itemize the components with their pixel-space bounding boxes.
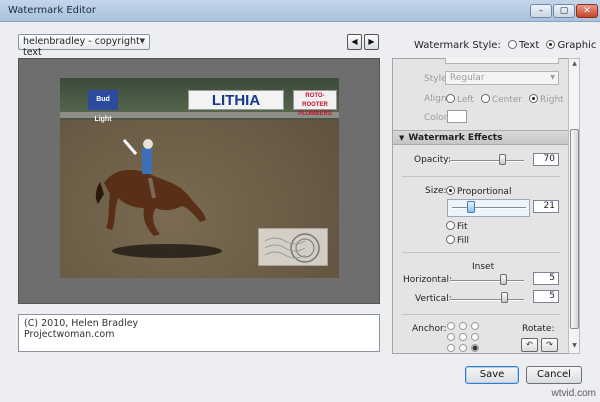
vertical-label: Vertical: <box>415 294 452 304</box>
preset-dropdown[interactable]: helenbradley - copyright text ▼ <box>18 34 150 58</box>
banner-lithia: LITHIA <box>188 90 284 110</box>
caption-text-field[interactable]: (C) 2010, Helen Bradley Projectwoman.com <box>18 314 380 352</box>
options-scrollbar[interactable]: ▲ ▼ <box>568 58 580 354</box>
horizontal-slider-thumb[interactable] <box>500 274 507 285</box>
horse-shadow <box>112 244 222 258</box>
style-text-label[interactable]: Text <box>519 40 539 51</box>
fill-radio[interactable] <box>446 235 455 244</box>
banner-roto-rooter: ROTO-ROOTER PLUMBERS <box>293 90 337 117</box>
fit-radio[interactable] <box>446 221 455 230</box>
save-button[interactable]: Save <box>465 366 519 384</box>
anchor-grid <box>447 322 481 352</box>
next-image-button[interactable]: ▶ <box>364 34 379 50</box>
caption-line-1: (C) 2010, Helen Bradley <box>24 318 139 329</box>
divider <box>402 314 560 315</box>
align-center-radio[interactable] <box>480 94 490 103</box>
opacity-value-field[interactable]: 70 <box>533 153 559 166</box>
horizontal-label: Horizontal: <box>403 275 452 285</box>
align-group: Left Center Right <box>442 94 564 105</box>
scrollbar-thumb[interactable] <box>570 129 579 329</box>
watermark-effects-header[interactable]: ▼ Watermark Effects <box>393 130 568 145</box>
corner-watermark-text: wtvid.com <box>551 388 596 399</box>
anchor-middle-right[interactable] <box>471 333 479 341</box>
style-graphic-label[interactable]: Graphic <box>557 40 596 51</box>
size-fit-option[interactable]: Fit <box>442 221 468 232</box>
watermark-effects-title: Watermark Effects <box>408 133 503 143</box>
chevron-down-icon: ▼ <box>550 74 555 81</box>
rotate-cw-button[interactable]: ↷ <box>541 338 558 352</box>
vertical-value-field[interactable]: 5 <box>533 290 559 303</box>
caption-line-2: Projectwoman.com <box>24 329 115 340</box>
maximize-button[interactable]: ▢ <box>553 4 575 18</box>
align-left-radio[interactable] <box>446 94 455 103</box>
title-bar: Watermark Editor – ▢ ✕ <box>0 0 600 22</box>
opacity-label: Opacity: <box>414 155 451 165</box>
divider <box>402 176 560 177</box>
anchor-top-center[interactable] <box>459 322 467 330</box>
proportional-label[interactable]: Proportional <box>457 187 511 197</box>
preview-photo: Bud Light LITHIA ROTO-ROOTER PLUMBERS <box>60 78 339 278</box>
horizontal-slider-track[interactable] <box>450 280 524 282</box>
opacity-slider-track[interactable] <box>450 160 524 162</box>
rotate-label: Rotate: <box>522 324 555 334</box>
watermark-graphic <box>258 228 328 266</box>
scroll-up-icon[interactable]: ▲ <box>570 60 579 70</box>
inset-label: Inset <box>472 262 495 272</box>
anchor-middle-left[interactable] <box>447 333 455 341</box>
align-right-radio[interactable] <box>528 94 538 103</box>
anchor-label: Anchor: <box>412 324 447 334</box>
disclosure-triangle-icon[interactable]: ▼ <box>399 134 404 142</box>
close-button[interactable]: ✕ <box>576 4 598 18</box>
horizontal-value-field[interactable]: 5 <box>533 272 559 285</box>
align-left-label[interactable]: Left <box>457 95 474 105</box>
align-right-label[interactable]: Right <box>540 95 564 105</box>
anchor-top-right[interactable] <box>471 322 479 330</box>
rotate-ccw-button[interactable]: ↶ <box>521 338 538 352</box>
font-select-partial <box>445 58 559 64</box>
fit-label[interactable]: Fit <box>457 222 468 232</box>
minimize-button[interactable]: – <box>530 4 552 18</box>
chevron-down-icon: ▼ <box>139 37 145 45</box>
cancel-button[interactable]: Cancel <box>526 366 582 384</box>
divider <box>402 252 560 253</box>
style-text-radio[interactable] <box>508 40 518 49</box>
opacity-slider-thumb[interactable] <box>499 154 506 165</box>
anchor-bottom-center[interactable] <box>459 344 467 352</box>
scroll-down-icon[interactable]: ▼ <box>570 342 579 352</box>
style-select[interactable]: Regular ▼ <box>445 71 559 85</box>
size-proportional-option[interactable]: Proportional <box>442 186 511 197</box>
vertical-slider-thumb[interactable] <box>501 292 508 303</box>
size-slider-track[interactable] <box>452 207 526 209</box>
watermark-style-group: Watermark Style: Text Graphic <box>414 40 596 51</box>
anchor-bottom-right[interactable] <box>471 344 479 352</box>
align-center-label[interactable]: Center <box>492 95 522 105</box>
banner-bud-light: Bud Light <box>88 90 118 123</box>
color-swatch[interactable] <box>447 110 467 123</box>
window-title: Watermark Editor <box>8 5 96 16</box>
anchor-middle-center[interactable] <box>459 333 467 341</box>
proportional-radio[interactable] <box>446 186 455 195</box>
vertical-slider-track[interactable] <box>450 299 524 301</box>
previous-image-button[interactable]: ◀ <box>347 34 362 50</box>
fill-label[interactable]: Fill <box>457 236 469 246</box>
anchor-top-left[interactable] <box>447 322 455 330</box>
style-select-value: Regular <box>450 73 485 83</box>
style-graphic-radio[interactable] <box>546 40 556 49</box>
size-value-field[interactable]: 21 <box>533 200 559 213</box>
watermark-style-label: Watermark Style: <box>414 40 501 51</box>
size-slider-thumb[interactable] <box>466 201 475 213</box>
anchor-bottom-left[interactable] <box>447 344 455 352</box>
size-fill-option[interactable]: Fill <box>442 235 469 246</box>
bucking-horse-illustration <box>95 139 206 236</box>
